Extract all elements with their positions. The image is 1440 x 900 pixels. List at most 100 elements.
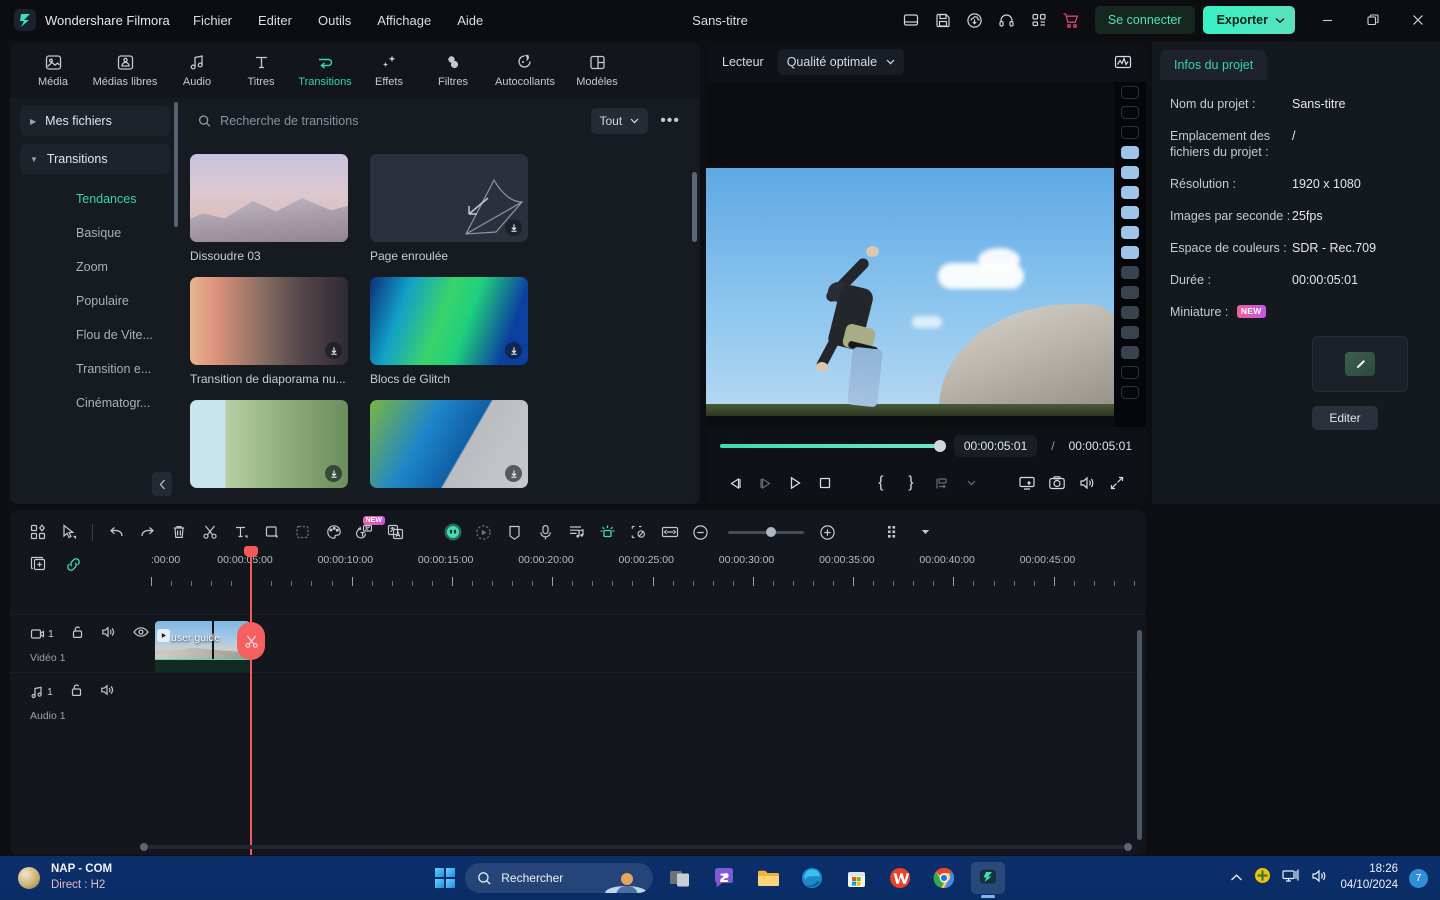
timeline-horizontal-scrollbar[interactable] — [140, 843, 1132, 851]
add-track-button[interactable] — [30, 556, 47, 578]
tab-modeles[interactable]: Modèles — [566, 49, 628, 92]
minimize-button[interactable] — [1305, 0, 1350, 40]
thumbnail-size-button[interactable] — [879, 518, 910, 546]
filmora-icon[interactable] — [971, 862, 1006, 898]
tab-effets[interactable]: Effets — [358, 49, 420, 92]
headset-support-icon[interactable] — [991, 5, 1023, 35]
transition-card[interactable]: Blocs de Glitch — [370, 277, 528, 386]
search-input[interactable] — [220, 114, 575, 128]
lock-icon[interactable] — [70, 683, 83, 702]
previous-frame-button[interactable] — [720, 469, 750, 497]
save-icon[interactable] — [927, 5, 959, 35]
playhead[interactable] — [237, 546, 265, 855]
zoom-out-button[interactable] — [685, 518, 716, 546]
filter-dropdown[interactable]: Tout — [590, 108, 649, 134]
sidebar-scrollbar[interactable] — [174, 102, 178, 227]
mark-out-button[interactable]: } — [896, 469, 926, 497]
task-view-icon[interactable] — [663, 862, 697, 894]
transition-thumbnail[interactable] — [370, 277, 528, 365]
stop-button[interactable] — [810, 469, 840, 497]
split-button[interactable] — [194, 518, 225, 546]
snapshot-button[interactable] — [1042, 469, 1072, 497]
search-box[interactable] — [190, 107, 583, 135]
transition-card[interactable]: Transition de diaporama nu... — [190, 277, 348, 386]
zoom-slider[interactable] — [720, 527, 812, 537]
ai-avatar-button[interactable] — [437, 518, 468, 546]
thumbnail-preview-box[interactable] — [1312, 336, 1408, 392]
download-icon[interactable] — [505, 219, 522, 236]
panel-layout-icon[interactable] — [895, 5, 927, 35]
download-icon[interactable] — [325, 465, 342, 482]
play-button[interactable] — [780, 469, 810, 497]
taskbar-search[interactable]: Rechercher — [465, 863, 654, 893]
wps-office-icon[interactable] — [883, 862, 917, 894]
tab-infos-du-projet[interactable]: Infos du projet — [1160, 50, 1268, 80]
maximize-button[interactable] — [1350, 0, 1395, 40]
marker-button[interactable] — [499, 518, 530, 546]
transition-card[interactable]: Page enroulée — [370, 154, 528, 263]
download-icon[interactable] — [505, 465, 522, 482]
add-text-button[interactable] — [225, 518, 256, 546]
start-button[interactable] — [434, 867, 456, 889]
tab-titres[interactable]: Titres — [230, 49, 292, 92]
mute-icon[interactable] — [100, 683, 115, 702]
split-at-playhead-button[interactable] — [237, 622, 265, 660]
translate-button[interactable] — [380, 518, 411, 546]
volume-button[interactable] — [1072, 469, 1102, 497]
current-timecode[interactable]: 00:00:05:01 — [953, 435, 1038, 457]
seek-handle[interactable] — [933, 440, 946, 452]
preview-video-frame[interactable] — [706, 168, 1115, 416]
sidebar-group-transitions[interactable]: ▼ Transitions — [20, 144, 170, 174]
menu-editer[interactable]: Editer — [245, 7, 305, 34]
fit-timeline-button[interactable] — [654, 518, 685, 546]
download-icon[interactable] — [505, 342, 522, 359]
audio-mixer-button[interactable] — [561, 518, 592, 546]
edit-thumbnail-button[interactable]: Editer — [1312, 406, 1378, 430]
zoom-in-button[interactable] — [812, 518, 843, 546]
keyframe-button[interactable] — [592, 518, 623, 546]
track-video-1[interactable]: 1 Vidéo 1 user guide — [10, 614, 1146, 673]
collapse-sidebar-button[interactable] — [152, 472, 172, 496]
delete-button[interactable] — [163, 518, 194, 546]
transition-card[interactable] — [190, 400, 348, 495]
next-frame-button[interactable] — [750, 469, 780, 497]
transition-card[interactable] — [370, 400, 528, 495]
tab-transitions[interactable]: Transitions — [294, 49, 356, 92]
track-audio-1[interactable]: 1 Audio 1 — [10, 672, 1146, 730]
zoom-slider-handle[interactable] — [766, 527, 776, 537]
markers-button[interactable] — [926, 469, 956, 497]
mask-button[interactable] — [287, 518, 318, 546]
apps-grid-icon[interactable] — [1023, 5, 1055, 35]
grid-scrollbar[interactable] — [692, 172, 697, 242]
menu-fichier[interactable]: Fichier — [180, 7, 245, 34]
timeline-ruler[interactable]: :00:00 00:00:05:00 00:00:10:00 00:00:15:00 0… — [140, 554, 1146, 588]
microsoft-edge-icon[interactable] — [795, 862, 829, 894]
transition-thumbnail[interactable] — [370, 154, 528, 242]
tab-medias-libres[interactable]: Médias libres — [86, 49, 164, 92]
zoom-slider-track[interactable] — [728, 527, 804, 537]
lock-icon[interactable] — [71, 625, 84, 644]
quality-dropdown[interactable]: Qualité optimale — [777, 49, 905, 75]
render-preview-button[interactable] — [1012, 469, 1042, 497]
select-tool-button[interactable] — [53, 518, 84, 546]
transition-thumbnail[interactable] — [370, 400, 528, 488]
close-button[interactable] — [1395, 0, 1440, 40]
export-button[interactable]: Exporter — [1202, 6, 1295, 34]
sidebar-item-tendances[interactable]: Tendances — [20, 182, 170, 216]
sidebar-item-cinematographique[interactable]: Cinématogr... — [20, 386, 170, 420]
thumbnail-size-dropdown[interactable] — [910, 518, 941, 546]
tab-audio[interactable]: Audio — [166, 49, 228, 92]
preview-stage[interactable] — [706, 82, 1146, 427]
link-clips-button[interactable] — [65, 556, 82, 578]
redo-button[interactable] — [132, 518, 163, 546]
markers-dropdown[interactable] — [956, 469, 986, 497]
microsoft-store-icon[interactable] — [839, 862, 873, 894]
sidebar-item-transition-e[interactable]: Transition e... — [20, 352, 170, 386]
speech-to-text-button[interactable]: NEW — [349, 516, 385, 546]
remove-background-button[interactable] — [623, 518, 654, 546]
timeline-clip[interactable]: user guide — [155, 621, 250, 673]
motion-tracking-button[interactable] — [468, 518, 499, 546]
crop-button[interactable] — [256, 518, 287, 546]
download-icon[interactable] — [325, 219, 342, 236]
download-icon[interactable] — [325, 342, 342, 359]
